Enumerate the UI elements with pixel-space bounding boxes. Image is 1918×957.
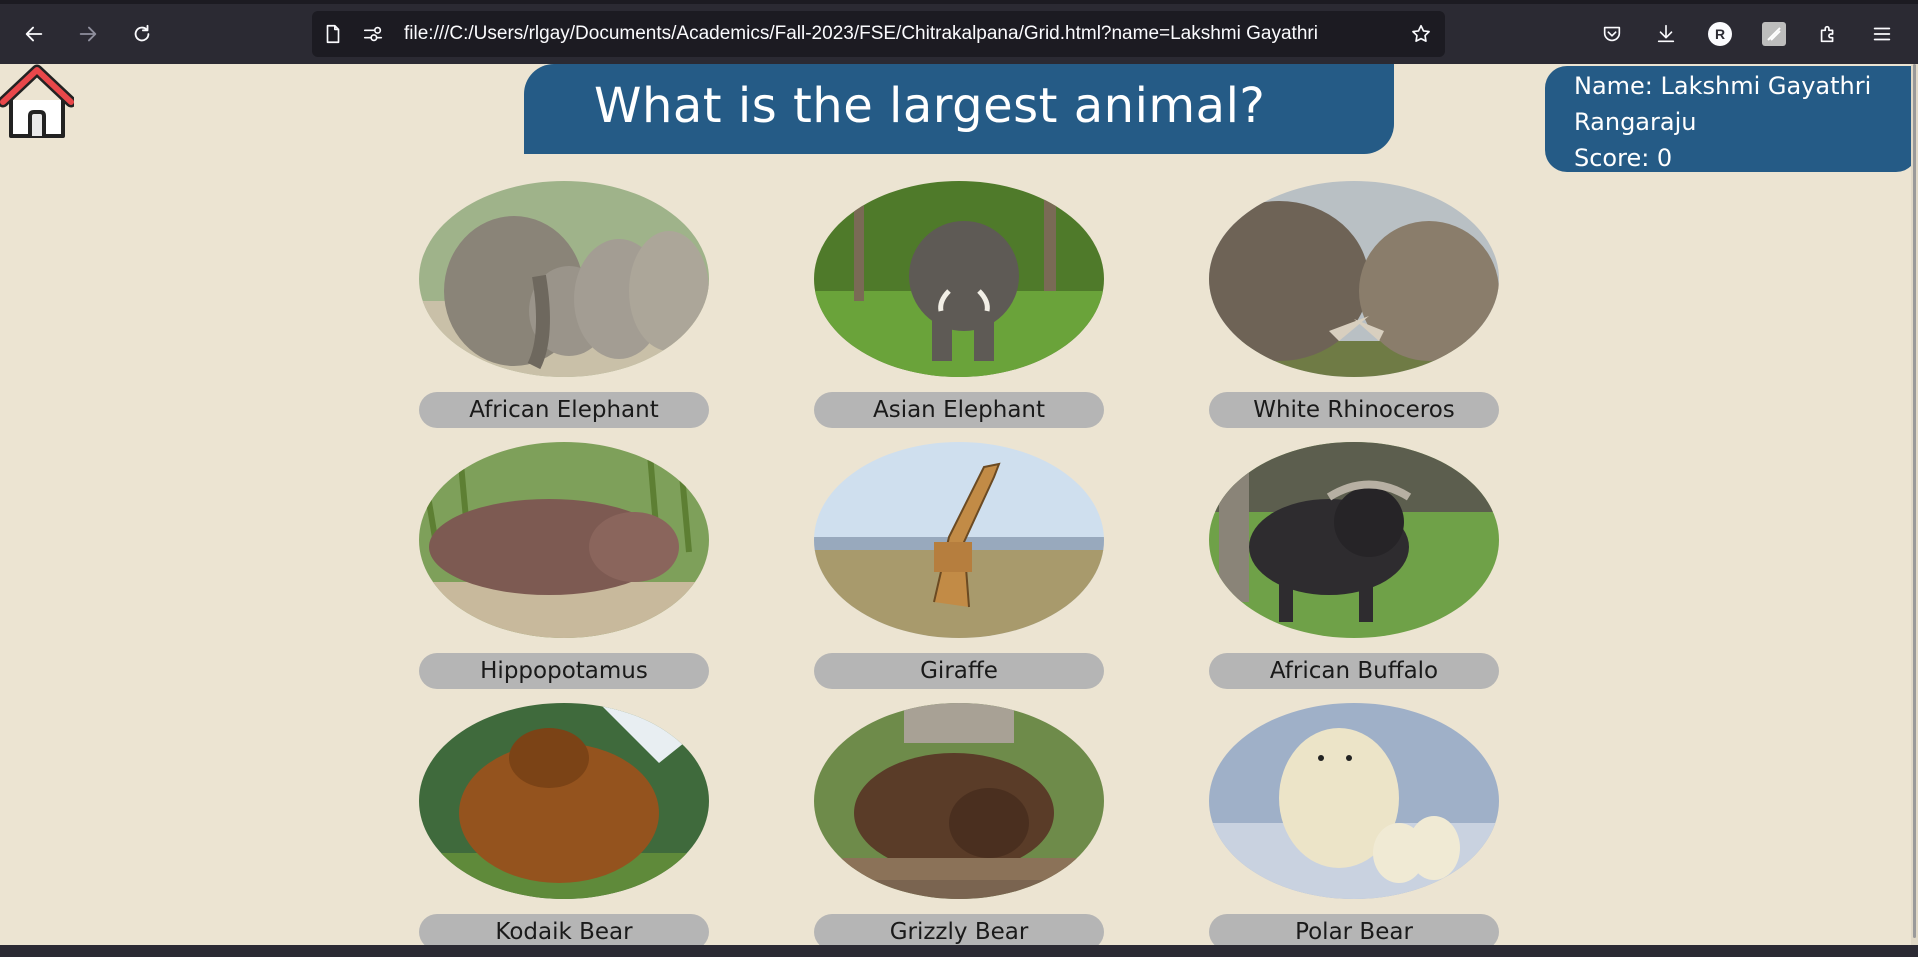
player-name-continued: Rangaraju bbox=[1574, 108, 1697, 136]
downloads-icon bbox=[1657, 24, 1675, 43]
browser-toolbar: file:///C:/Users/rlgay/Documents/Academi… bbox=[0, 0, 1918, 64]
extensions-button[interactable] bbox=[1810, 16, 1846, 52]
animal-label[interactable]: Giraffe bbox=[814, 653, 1104, 689]
site-permissions-icon[interactable] bbox=[362, 23, 384, 45]
tab-strip-edge bbox=[0, 0, 1918, 4]
kodaik-bear-image[interactable] bbox=[419, 703, 709, 899]
profile-button[interactable]: R bbox=[1702, 16, 1738, 52]
downloads-button[interactable] bbox=[1648, 16, 1684, 52]
animal-label[interactable]: African Elephant bbox=[419, 392, 709, 428]
player-info-panel: Name: Lakshmi Gayathri Rangaraju Score: … bbox=[1545, 66, 1918, 172]
menu-icon bbox=[1873, 27, 1891, 41]
reload-button[interactable] bbox=[124, 16, 160, 52]
extensions-puzzle-icon bbox=[1820, 25, 1834, 43]
giraffe-image[interactable] bbox=[814, 442, 1104, 638]
url-text[interactable]: file:///C:/Users/rlgay/Documents/Academi… bbox=[404, 22, 1394, 46]
animal-label[interactable]: Asian Elephant bbox=[814, 392, 1104, 428]
scrollbar-thumb[interactable] bbox=[1913, 64, 1916, 938]
animal-label[interactable]: Hippopotamus bbox=[419, 653, 709, 689]
app-menu-button[interactable] bbox=[1864, 16, 1900, 52]
home-icon bbox=[0, 64, 77, 138]
bookmark-star-icon[interactable] bbox=[1410, 23, 1432, 45]
pocket-button[interactable] bbox=[1594, 16, 1630, 52]
question-banner: What is the largest animal? bbox=[524, 64, 1394, 154]
african-buffalo-image[interactable] bbox=[1209, 442, 1499, 638]
page-content: What is the largest animal? Name: Lakshm… bbox=[0, 64, 1918, 945]
forward-icon bbox=[79, 26, 97, 42]
back-icon bbox=[25, 26, 43, 42]
question-title: What is the largest animal? bbox=[594, 78, 1266, 134]
player-score: Score: 0 bbox=[1574, 144, 1673, 172]
animal-label[interactable]: Polar Bear bbox=[1209, 914, 1499, 945]
hippopotamus-image[interactable] bbox=[419, 442, 709, 638]
pocket-icon bbox=[1603, 26, 1621, 42]
animal-label[interactable]: White Rhinoceros bbox=[1209, 392, 1499, 428]
forward-button[interactable] bbox=[70, 16, 106, 52]
african-elephant-image[interactable] bbox=[419, 181, 709, 377]
animal-label[interactable]: Grizzly Bear bbox=[814, 914, 1104, 945]
back-button[interactable] bbox=[16, 16, 52, 52]
polar-bear-image[interactable] bbox=[1209, 703, 1499, 899]
extension-button[interactable] bbox=[1756, 16, 1792, 52]
page-icon bbox=[326, 24, 340, 44]
home-button[interactable] bbox=[0, 64, 77, 140]
animal-label[interactable]: African Buffalo bbox=[1209, 653, 1499, 689]
player-name: Name: Lakshmi Gayathri bbox=[1574, 72, 1872, 100]
grizzly-bear-image[interactable] bbox=[814, 703, 1104, 899]
address-bar[interactable]: file:///C:/Users/rlgay/Documents/Academi… bbox=[312, 11, 1445, 57]
extension-icon bbox=[1762, 22, 1786, 46]
reload-icon bbox=[134, 24, 150, 42]
white-rhinoceros-image[interactable] bbox=[1209, 181, 1499, 377]
asian-elephant-image[interactable] bbox=[814, 181, 1104, 377]
window-bottom-edge bbox=[0, 945, 1918, 957]
profile-icon: R bbox=[1708, 22, 1732, 46]
animal-label[interactable]: Kodaik Bear bbox=[419, 914, 709, 945]
